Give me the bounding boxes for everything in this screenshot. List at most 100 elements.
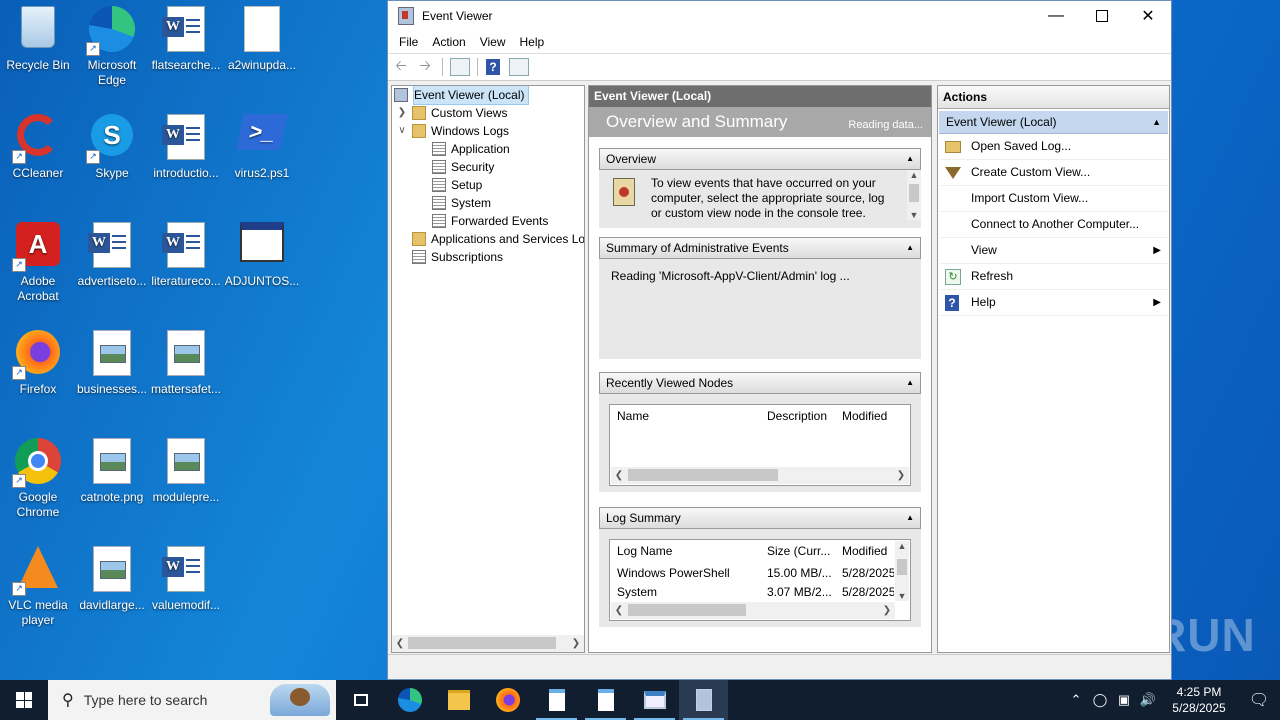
taskbar-notepad-2[interactable] bbox=[581, 680, 630, 720]
recently-viewed-section-header[interactable]: Recently Viewed Nodes ▲ bbox=[599, 372, 921, 394]
log-summary-vertical-scrollbar[interactable]: ▲ ▼ bbox=[895, 541, 909, 601]
task-view-button[interactable] bbox=[336, 680, 385, 720]
scroll-down-icon[interactable]: ▼ bbox=[907, 210, 921, 220]
show-hide-console-tree-icon[interactable] bbox=[450, 58, 470, 76]
show-hide-action-pane-icon[interactable] bbox=[509, 58, 529, 76]
overview-section-header[interactable]: Overview ▲ bbox=[599, 148, 921, 170]
action-open-saved-log[interactable]: Open Saved Log... bbox=[940, 134, 1167, 160]
volume-icon[interactable]: 🔊 bbox=[1136, 692, 1160, 708]
tree-node-subscriptions[interactable]: Subscriptions bbox=[412, 248, 503, 266]
desktop-icon-firefox[interactable]: ↗ Firefox bbox=[0, 324, 76, 397]
collapse-caret-icon[interactable]: ▲ bbox=[906, 238, 914, 258]
desktop-icon-advertiseto[interactable]: W advertiseto... bbox=[74, 216, 150, 289]
log-row-size[interactable]: 15.00 MB/... bbox=[767, 566, 837, 580]
desktop-icon-introductio[interactable]: W introductio... bbox=[148, 108, 224, 181]
desktop-icon-recycle-bin[interactable]: Recycle Bin bbox=[0, 0, 76, 73]
log-summary-list[interactable]: Log Name Size (Curr... Modified Windows … bbox=[609, 539, 911, 621]
scroll-right-icon[interactable]: ❯ bbox=[569, 635, 583, 652]
taskbar-file-explorer[interactable] bbox=[434, 680, 483, 720]
desktop-icon-valuemodif[interactable]: W valuemodif... bbox=[148, 540, 224, 613]
column-header-description[interactable]: Description bbox=[767, 409, 827, 423]
desktop-icon-skype[interactable]: S ↗ Skype bbox=[74, 108, 150, 181]
action-refresh[interactable]: ↻ Refresh bbox=[940, 264, 1167, 290]
scroll-down-icon[interactable]: ▼ bbox=[895, 591, 909, 601]
tree-node-security[interactable]: Security bbox=[432, 158, 494, 176]
tree-node-application[interactable]: Application bbox=[432, 140, 510, 158]
collapse-icon[interactable]: ∨ bbox=[396, 122, 408, 140]
desktop-icon-vlc[interactable]: ↗ VLC media player bbox=[0, 540, 76, 628]
tree-horizontal-scrollbar[interactable]: ❮ ❯ bbox=[392, 635, 584, 652]
desktop-icon-catnote[interactable]: catnote.png bbox=[74, 432, 150, 505]
recent-horizontal-scrollbar[interactable]: ❮ ❯ bbox=[611, 467, 909, 484]
forward-arrow-icon[interactable]: 🡢 bbox=[414, 57, 436, 77]
desktop-icon-mattersafet[interactable]: mattersafet... bbox=[148, 324, 224, 397]
taskbar-edge[interactable] bbox=[385, 680, 434, 720]
column-header-size[interactable]: Size (Curr... bbox=[767, 544, 830, 558]
column-header-log-name[interactable]: Log Name bbox=[617, 544, 672, 558]
taskbar-firefox[interactable] bbox=[483, 680, 532, 720]
tree-node-custom-views[interactable]: ❯ Custom Views bbox=[396, 104, 507, 122]
desktop-icon-davidlarge[interactable]: davidlarge... bbox=[74, 540, 150, 613]
overview-scrollbar[interactable]: ▲ ▼ bbox=[907, 170, 921, 220]
scroll-right-icon[interactable]: ❯ bbox=[880, 602, 894, 619]
minimize-button[interactable]: — bbox=[1033, 1, 1079, 31]
desktop-icon-ccleaner[interactable]: ↗ CCleaner bbox=[0, 108, 76, 181]
actions-section-event-viewer-local[interactable]: Event Viewer (Local) ▲ bbox=[939, 111, 1168, 134]
action-help[interactable]: ? Help ▶ bbox=[940, 290, 1167, 316]
maximize-button[interactable] bbox=[1079, 1, 1125, 31]
desktop-icon-edge[interactable]: ↗ Microsoft Edge bbox=[74, 0, 150, 88]
start-button[interactable] bbox=[0, 680, 48, 720]
collapse-caret-icon[interactable]: ▲ bbox=[906, 508, 914, 528]
scroll-left-icon[interactable]: ❮ bbox=[612, 467, 626, 484]
taskbar-search-box[interactable]: ⚲ Type here to search bbox=[48, 680, 336, 720]
scroll-up-icon[interactable]: ▲ bbox=[907, 170, 921, 180]
log-row-size[interactable]: 3.07 MB/2... bbox=[767, 585, 837, 599]
title-bar[interactable]: Event Viewer — ✕ bbox=[388, 1, 1171, 31]
log-row-modified[interactable]: 5/28/2025 bbox=[842, 566, 894, 580]
clock[interactable]: 4:25 PM 5/28/2025 bbox=[1160, 684, 1238, 716]
log-summary-section-header[interactable]: Log Summary ▲ bbox=[599, 507, 921, 529]
action-view[interactable]: View ▶ bbox=[940, 238, 1167, 264]
column-header-name[interactable]: Name bbox=[617, 409, 649, 423]
desktop-icon-modulepre[interactable]: modulepre... bbox=[148, 432, 224, 505]
network-icon[interactable]: ▣ bbox=[1112, 692, 1136, 708]
scroll-right-icon[interactable]: ❯ bbox=[894, 467, 908, 484]
recent-nodes-list[interactable]: Name Description Modified ❮ ❯ bbox=[609, 404, 911, 486]
scrollbar-thumb[interactable] bbox=[909, 184, 919, 202]
admin-events-section-header[interactable]: Summary of Administrative Events ▲ bbox=[599, 237, 921, 259]
desktop-icon-flatsearche[interactable]: W flatsearche... bbox=[148, 0, 224, 73]
desktop-icon-a2winupda[interactable]: a2winupda... bbox=[224, 0, 300, 73]
tree-node-forwarded-events[interactable]: Forwarded Events bbox=[432, 212, 548, 230]
log-row-modified[interactable]: 5/28/2025 bbox=[842, 585, 894, 599]
log-row-name[interactable]: Windows PowerShell bbox=[617, 566, 730, 580]
tree-node-event-viewer-local[interactable]: Event Viewer (Local) bbox=[394, 86, 529, 105]
show-hidden-icons-chevron-icon[interactable]: ⌃ bbox=[1064, 692, 1088, 708]
close-button[interactable]: ✕ bbox=[1125, 1, 1171, 31]
menu-view[interactable]: View bbox=[473, 35, 513, 49]
help-icon[interactable]: ? bbox=[482, 57, 504, 77]
action-connect-to-another-computer[interactable]: Connect to Another Computer... bbox=[940, 212, 1167, 238]
notification-center-icon[interactable]: 🗨 bbox=[1238, 690, 1280, 710]
back-arrow-icon[interactable]: 🡠 bbox=[390, 57, 412, 77]
scroll-left-icon[interactable]: ❮ bbox=[612, 602, 626, 619]
action-import-custom-view[interactable]: Import Custom View... bbox=[940, 186, 1167, 212]
taskbar-notepad-1[interactable] bbox=[532, 680, 581, 720]
tree-node-system[interactable]: System bbox=[432, 194, 491, 212]
tree-node-setup[interactable]: Setup bbox=[432, 176, 482, 194]
menu-file[interactable]: File bbox=[392, 35, 425, 49]
scrollbar-thumb[interactable] bbox=[897, 559, 907, 575]
column-header-modified[interactable]: Modified bbox=[842, 409, 887, 423]
scroll-up-icon[interactable]: ▲ bbox=[895, 541, 909, 551]
log-row-name[interactable]: System bbox=[617, 585, 657, 599]
log-summary-horizontal-scrollbar[interactable]: ❮ ❯ bbox=[611, 602, 895, 619]
column-header-modified[interactable]: Modified bbox=[842, 544, 894, 558]
scrollbar-thumb[interactable] bbox=[408, 637, 556, 649]
menu-help[interactable]: Help bbox=[513, 35, 552, 49]
desktop-icon-literatureco[interactable]: W literatureco... bbox=[148, 216, 224, 289]
scrollbar-thumb[interactable] bbox=[628, 604, 746, 616]
taskbar-mmc[interactable] bbox=[630, 680, 679, 720]
scroll-left-icon[interactable]: ❮ bbox=[393, 635, 407, 652]
scrollbar-thumb[interactable] bbox=[628, 469, 778, 481]
collapse-caret-icon[interactable]: ▲ bbox=[906, 149, 914, 169]
desktop-icon-adjuntos[interactable]: ADJUNTOS... bbox=[224, 216, 300, 289]
